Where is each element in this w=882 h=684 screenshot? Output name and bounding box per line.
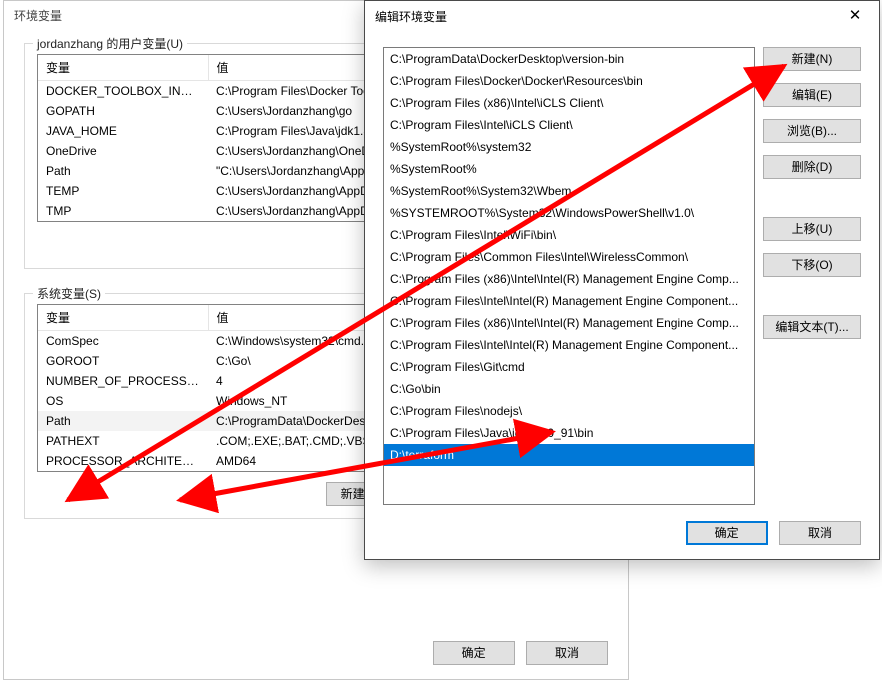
close-icon[interactable]: ✕ <box>835 3 875 29</box>
move-down-button[interactable]: 下移(O) <box>763 253 861 277</box>
var-name: DOCKER_TOOLBOX_INST... <box>38 81 208 102</box>
list-item[interactable]: C:\Program Files (x86)\Intel\iCLS Client… <box>384 92 754 114</box>
list-item[interactable]: C:\Program Files\Git\cmd <box>384 356 754 378</box>
list-item[interactable]: C:\Program Files (x86)\Intel\Intel(R) Ma… <box>384 268 754 290</box>
list-item[interactable]: C:\Program Files\Docker\Docker\Resources… <box>384 70 754 92</box>
edit-env-var-title: 编辑环境变量 <box>375 8 447 25</box>
edit-button[interactable]: 编辑(E) <box>763 83 861 107</box>
delete-button[interactable]: 删除(D) <box>763 155 861 179</box>
list-item[interactable]: C:\ProgramData\DockerDesktop\version-bin <box>384 48 754 70</box>
list-item-selected[interactable]: D:\terraform <box>384 444 754 466</box>
var-name: TEMP <box>38 181 208 201</box>
list-item[interactable]: C:\Go\bin <box>384 378 754 400</box>
list-item[interactable]: C:\Program Files\Java\jdk1.8.0_91\bin <box>384 422 754 444</box>
var-name: Path <box>38 411 208 431</box>
list-item[interactable]: %SYSTEMROOT%\System32\WindowsPowerShell\… <box>384 202 754 224</box>
var-name: TMP <box>38 201 208 221</box>
path-entries-list[interactable]: C:\ProgramData\DockerDesktop\version-bin… <box>383 47 755 505</box>
browse-button[interactable]: 浏览(B)... <box>763 119 861 143</box>
cancel-button[interactable]: 取消 <box>779 521 861 545</box>
envvars-ok-button[interactable]: 确定 <box>433 641 515 665</box>
envvars-cancel-button[interactable]: 取消 <box>526 641 608 665</box>
list-item[interactable]: %SystemRoot%\system32 <box>384 136 754 158</box>
ok-button[interactable]: 确定 <box>686 521 768 545</box>
var-name: OneDrive <box>38 141 208 161</box>
new-button[interactable]: 新建(N) <box>763 47 861 71</box>
edit-env-var-dialog: 编辑环境变量 ✕ C:\ProgramData\DockerDesktop\ve… <box>364 0 880 560</box>
move-up-button[interactable]: 上移(U) <box>763 217 861 241</box>
list-item[interactable]: C:\Program Files\Intel\WiFi\bin\ <box>384 224 754 246</box>
var-name: GOPATH <box>38 101 208 121</box>
list-item[interactable]: C:\Program Files\Common Files\Intel\Wire… <box>384 246 754 268</box>
edit-text-button[interactable]: 编辑文本(T)... <box>763 315 861 339</box>
col-var[interactable]: 变量 <box>38 55 208 81</box>
user-vars-group-title: jordanzhang 的用户变量(U) <box>33 35 187 52</box>
list-item[interactable]: %SystemRoot% <box>384 158 754 180</box>
var-name: NUMBER_OF_PROCESSORS <box>38 371 208 391</box>
list-item[interactable]: C:\Program Files (x86)\Intel\Intel(R) Ma… <box>384 312 754 334</box>
list-item[interactable]: C:\Program Files\Intel\Intel(R) Manageme… <box>384 290 754 312</box>
sys-vars-group-title: 系统变量(S) <box>33 285 105 302</box>
var-name: GOROOT <box>38 351 208 371</box>
col-var[interactable]: 变量 <box>38 305 208 331</box>
var-name: PATHEXT <box>38 431 208 451</box>
var-name: PROCESSOR_ARCHITECTI... <box>38 451 208 471</box>
var-name: JAVA_HOME <box>38 121 208 141</box>
var-name: ComSpec <box>38 331 208 352</box>
list-item[interactable]: C:\Program Files\nodejs\ <box>384 400 754 422</box>
list-item[interactable]: C:\Program Files\Intel\iCLS Client\ <box>384 114 754 136</box>
var-name: OS <box>38 391 208 411</box>
list-item[interactable]: C:\Program Files\Intel\Intel(R) Manageme… <box>384 334 754 356</box>
var-name: Path <box>38 161 208 181</box>
list-item[interactable]: %SystemRoot%\System32\Wbem <box>384 180 754 202</box>
